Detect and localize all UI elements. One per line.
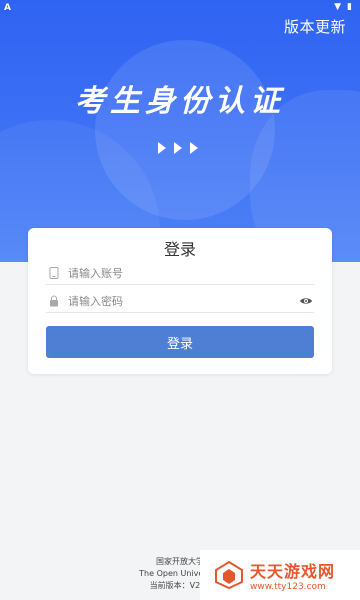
watermark-logo-icon [215,560,243,590]
account-input[interactable] [66,265,314,281]
account-field [46,262,314,285]
lock-icon [46,295,62,307]
watermark-url: www.tty123.com [250,582,326,592]
arrow-right-icon [158,142,166,154]
login-button[interactable]: 登录 [46,326,314,358]
app-icon: A [4,3,11,13]
watermark: 天天游戏网 www.tty123.com [200,550,360,600]
page-title: 考生身份认证 [75,84,285,119]
watermark-name: 天天游戏网 [250,562,336,581]
arrow-right-icon [190,142,198,154]
arrow-indicator [158,142,198,154]
login-card: 登录 请输入账号 登录 [28,228,332,374]
wifi-icon: ▼ [334,2,342,12]
battery-icon: ▮ [347,2,352,12]
phone-icon [46,267,62,279]
login-title: 登录 [163,240,196,259]
version-update-button[interactable]: 版本更新 [284,16,346,37]
login-page: A ▼ ▮ 版本更新 考生身份认证 登录 请输入账号 登录 国家开放大学 The… [0,0,360,600]
header-banner: A ▼ ▮ 版本更新 考生身份认证 [0,0,360,262]
password-input[interactable] [66,293,298,309]
password-field [46,290,314,313]
arrow-right-icon [174,142,182,154]
show-password-icon[interactable] [298,294,314,308]
status-bar-icons: ▼ ▮ [334,2,352,12]
